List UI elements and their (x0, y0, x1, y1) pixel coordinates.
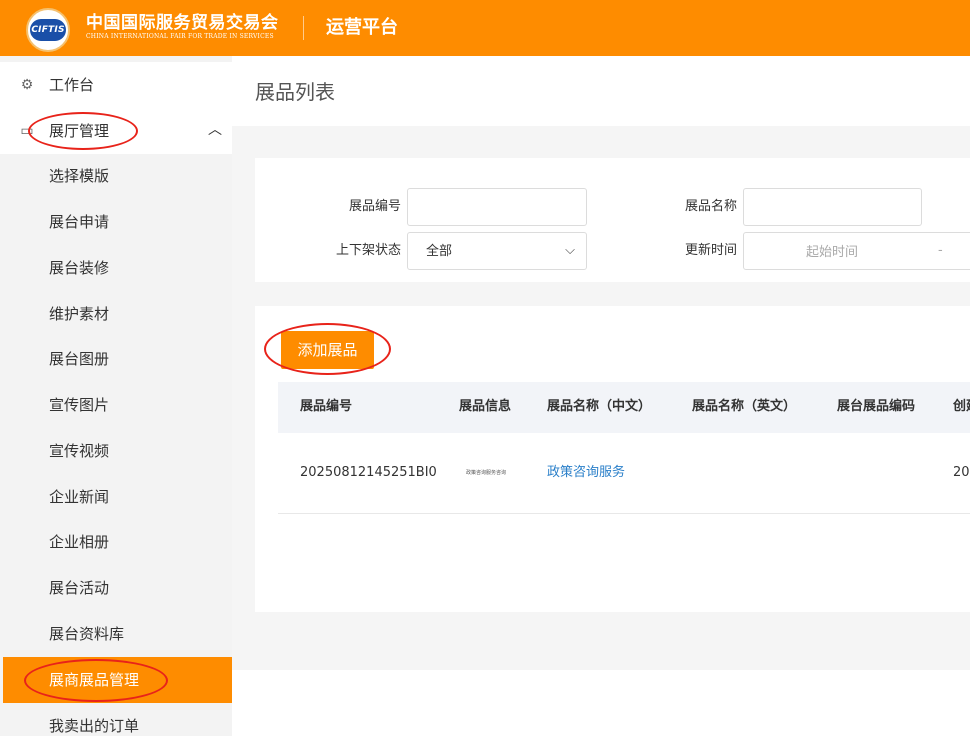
sidebar-item-promo-videos[interactable]: 宣传视频 (0, 428, 232, 474)
brand-title-cn: 中国国际服务贸易交易会 (86, 13, 279, 33)
header-divider (303, 16, 304, 40)
add-exhibit-button[interactable]: 添加展品 (281, 331, 374, 369)
sidebar-group-hall[interactable]: ▭ 展厅管理 ︿ (0, 108, 232, 154)
sidebar-item-booth-album[interactable]: 展台图册 (0, 336, 232, 382)
gear-icon: ⚙ (20, 77, 34, 93)
time-filter-label: 更新时间 (684, 243, 737, 258)
time-separator: - (938, 243, 943, 258)
title-bar (232, 56, 970, 126)
sidebar-item-company-news[interactable]: 企业新闻 (0, 474, 232, 520)
column-header: 展品信息 (459, 399, 512, 414)
sidebar-item-label: 选择模版 (49, 167, 110, 185)
sidebar-item-label: 宣传视频 (49, 442, 110, 460)
exhibit-thumbnail[interactable]: 政策咨询服务咨询 (466, 468, 512, 478)
sidebar-group-label: 展厅管理 (49, 122, 110, 140)
sidebar-item-promo-images[interactable]: 宣传图片 (0, 382, 232, 428)
column-header: 展品编号 (300, 399, 353, 414)
logo-text: CIFTIS (30, 19, 66, 41)
column-header: 展台展品编码 (837, 399, 916, 414)
sidebar-item-booth-decor[interactable]: 展台装修 (0, 245, 232, 291)
name-filter-input[interactable] (743, 188, 922, 226)
status-filter-label: 上下架状态 (335, 243, 401, 258)
column-header: 展品名称（英文） (692, 399, 797, 414)
sidebar-item-label: 展台申请 (49, 213, 110, 231)
sidebar-item-label: 维护素材 (49, 305, 110, 323)
sidebar-item-exhibit-management[interactable]: 展商展品管理 (3, 657, 232, 703)
sidebar-item-booth-events[interactable]: 展台活动 (0, 565, 232, 611)
sidebar-item-sold-orders[interactable]: 我卖出的订单 (0, 703, 232, 736)
sidebar-item-label: 展商展品管理 (49, 671, 140, 689)
sidebar-item-label: 我卖出的订单 (49, 717, 140, 735)
sidebar-item-label: 展台装修 (49, 259, 110, 277)
created-time: 202 (953, 465, 970, 480)
exhibit-name-cn-link[interactable]: 政策咨询服务 (547, 464, 625, 482)
sidebar-item-select-template[interactable]: 选择模版 (0, 153, 232, 199)
sidebar: ⚙ 工作台 ▭ 展厅管理 ︿ 选择模版 展台申请 展台装修 维护素材 展台图册 … (0, 56, 232, 736)
filter-panel: 展品编号 展品名称 上下架状态 全部 ⌵ 更新时间 起始时间 - (255, 158, 970, 282)
content-footer-area (232, 670, 970, 736)
exhibit-code: 20250812145251BI0 (300, 465, 437, 480)
sidebar-item-company-album[interactable]: 企业相册 (0, 519, 232, 565)
sidebar-item-label: 企业新闻 (49, 488, 110, 506)
sidebar-item-booth-apply[interactable]: 展台申请 (0, 199, 232, 245)
status-filter-select[interactable]: 全部 ⌵ (407, 232, 587, 270)
platform-title: 运营平台 (326, 17, 398, 38)
sidebar-item-label: 企业相册 (49, 533, 110, 551)
column-header: 创建 (953, 399, 970, 414)
chevron-down-icon: ⌵ (565, 243, 575, 258)
column-header: 展品名称（中文） (547, 399, 652, 414)
ciftis-logo[interactable]: CIFTIS (26, 8, 70, 52)
status-filter-value: 全部 (426, 244, 453, 259)
code-filter-input[interactable] (407, 188, 587, 226)
brand-title-en: CHINA INTERNATIONAL FAIR FOR TRADE IN SE… (86, 33, 274, 40)
sidebar-item-label: 宣传图片 (49, 396, 110, 414)
sidebar-item-workbench[interactable]: ⚙ 工作台 (0, 62, 232, 108)
top-header: CIFTIS 中国国际服务贸易交易会 CHINA INTERNATIONAL F… (0, 0, 970, 56)
exhibit-list-panel: 添加展品 展品编号 展品信息 展品名称（中文） 展品名称（英文） 展台展品编码 … (255, 306, 970, 612)
table-row[interactable]: 20250812145251BI0 政策咨询服务咨询 政策咨询服务 202 (278, 433, 970, 514)
name-filter-label: 展品名称 (684, 199, 737, 214)
sidebar-item-label: 展台活动 (49, 579, 110, 597)
sidebar-item-label: 展台资料库 (49, 625, 125, 643)
code-filter-label: 展品编号 (348, 199, 401, 214)
store-icon: ▭ (20, 123, 34, 139)
table-header: 展品编号 展品信息 展品名称（中文） 展品名称（英文） 展台展品编码 创建 (278, 382, 970, 433)
time-start-placeholder: 起始时间 (806, 245, 859, 260)
page-title: 展品列表 (255, 80, 335, 104)
sidebar-item-booth-library[interactable]: 展台资料库 (0, 611, 232, 657)
time-range-picker[interactable]: 起始时间 - (743, 232, 970, 270)
chevron-up-icon[interactable]: ︿ (206, 121, 224, 139)
brand: 中国国际服务贸易交易会 CHINA INTERNATIONAL FAIR FOR… (86, 13, 279, 41)
sidebar-item-materials[interactable]: 维护素材 (0, 291, 232, 337)
sidebar-item-label: 工作台 (49, 76, 95, 94)
sidebar-item-label: 展台图册 (49, 350, 110, 368)
